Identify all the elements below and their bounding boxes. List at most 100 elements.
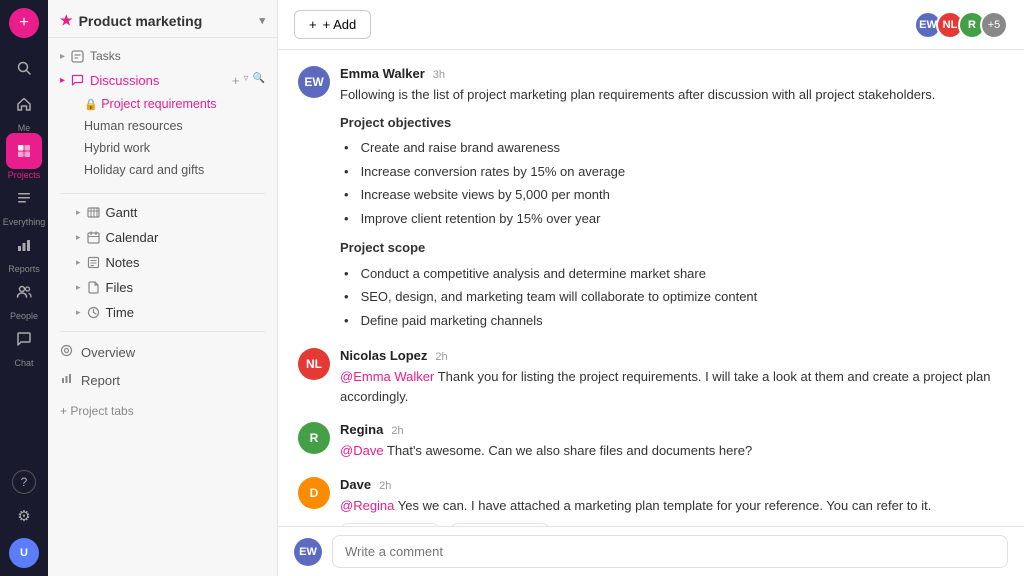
settings-icon[interactable]: ⚙ [6, 498, 42, 534]
sidebar-item-overview[interactable]: Overview [48, 338, 277, 366]
files-chevron-icon: ▸ [76, 282, 81, 293]
sidebar-item-time[interactable]: ▸ Time [48, 300, 277, 325]
reports-label: Reports [8, 264, 40, 274]
message-dave: D Dave 2h @Regina Yes we can. I have att… [298, 477, 1004, 527]
section2-title: Project scope [340, 238, 1004, 258]
tasks-label: Tasks [90, 49, 121, 63]
sidebar-item-calendar[interactable]: ▸ Calendar [48, 225, 277, 250]
chat-label: Chat [14, 358, 33, 368]
regina-time: 2h [391, 425, 403, 437]
project-objectives-list: Create and raise brand awareness Increas… [340, 136, 1004, 230]
sidebar-item-project-requirements[interactable]: 🔒 Project requirements [48, 93, 277, 115]
sidebar: ★ Product marketing ▾ ▸ Tasks ▸ Discussi… [48, 0, 278, 576]
help-icon[interactable]: ? [12, 470, 36, 494]
regina-message-content: Regina 2h @Dave That's awesome. Can we a… [340, 422, 1004, 461]
add-project-tabs[interactable]: + Project tabs [48, 398, 277, 424]
icon-bar: + Me Projects Everything Repo [0, 0, 48, 576]
nicolas-author: Nicolas Lopez [340, 348, 427, 363]
project-name: Product marketing [79, 13, 203, 29]
emma-message-header: Emma Walker 3h [340, 66, 1004, 81]
nicolas-mention: @Emma Walker [340, 369, 434, 384]
tasks-header[interactable]: ▸ Tasks [48, 44, 277, 68]
sidebar-item-human-resources[interactable]: Human resources [48, 115, 277, 137]
discussions-actions: + ▿ 🔍 [232, 73, 265, 88]
current-user-avatar: EW [294, 538, 322, 566]
tasks-section: ▸ Tasks ▸ Discussions + ▿ 🔍 🔒 Project re… [48, 38, 277, 187]
message-emma: EW Emma Walker 3h Following is the list … [298, 66, 1004, 332]
gantt-label: Gantt [106, 205, 138, 220]
report-icon [60, 372, 73, 388]
add-button[interactable]: + + Add [294, 10, 371, 39]
list-item: Conduct a competitive analysis and deter… [344, 262, 1004, 286]
notes-chevron-icon: ▸ [76, 257, 81, 268]
sidebar-item-notes[interactable]: ▸ Notes [48, 250, 277, 275]
list-item: Create and raise brand awareness [344, 136, 1004, 160]
chevron-right-icon: ▸ [60, 75, 65, 86]
avatar-count: +5 [980, 11, 1008, 39]
sidebar-item-report[interactable]: Report [48, 366, 277, 394]
discussions-label: Discussions [90, 73, 159, 88]
divider [60, 193, 265, 194]
dave-avatar: D [298, 477, 330, 509]
filter-icon[interactable]: ▿ [244, 73, 249, 88]
calendar-label: Calendar [106, 230, 159, 245]
dave-message-text: @Regina Yes we can. I have attached a ma… [340, 496, 1004, 516]
discussions-item[interactable]: ▸ Discussions + ▿ 🔍 [48, 68, 277, 93]
regina-message-header: Regina 2h [340, 422, 1004, 437]
sidebar-project-header[interactable]: ★ Product marketing ▾ [48, 0, 277, 38]
home-icon[interactable] [6, 86, 42, 122]
search-discussion-icon[interactable]: 🔍 [253, 73, 265, 88]
create-button[interactable]: + [9, 8, 39, 38]
list-item: SEO, design, and marketing team will col… [344, 285, 1004, 309]
emma-message-text: Following is the list of project marketi… [340, 85, 1004, 332]
header-avatars: EW NL R +5 [920, 11, 1008, 39]
time-label: Time [106, 305, 134, 320]
comment-input[interactable] [345, 544, 995, 559]
nicolas-avatar: NL [298, 348, 330, 380]
gantt-chevron-icon: ▸ [76, 207, 81, 218]
sidebar-item-hybrid-work[interactable]: Hybrid work [48, 137, 277, 159]
projects-label: Projects [8, 170, 41, 180]
search-icon[interactable] [6, 50, 42, 86]
sidebar-item-files[interactable]: ▸ Files [48, 275, 277, 300]
comment-input-wrap[interactable] [332, 535, 1008, 568]
chat-icon[interactable] [6, 321, 42, 357]
dave-time: 2h [379, 480, 391, 492]
calendar-chevron-icon: ▸ [76, 232, 81, 243]
emma-time: 3h [433, 69, 445, 81]
dave-mention: @Regina [340, 498, 394, 513]
list-item: Increase conversion rates by 15% on aver… [344, 160, 1004, 184]
chat-area: EW Emma Walker 3h Following is the list … [278, 50, 1024, 526]
everything-icon[interactable] [6, 180, 42, 216]
files-label: Files [106, 280, 133, 295]
sidebar-item-holiday-card[interactable]: Holiday card and gifts [48, 159, 277, 181]
time-chevron-icon: ▸ [76, 307, 81, 318]
add-icon: + [309, 17, 317, 32]
add-discussion-icon[interactable]: + [232, 73, 240, 88]
message-nicolas: NL Nicolas Lopez 2h @Emma Walker Thank y… [298, 348, 1004, 406]
overview-label: Overview [81, 345, 135, 360]
emma-author: Emma Walker [340, 66, 425, 81]
nicolas-message-content: Nicolas Lopez 2h @Emma Walker Thank you … [340, 348, 1004, 406]
add-tabs-label: + Project tabs [60, 404, 134, 418]
projects-icon[interactable] [6, 133, 42, 169]
section1-title: Project objectives [340, 113, 1004, 133]
user-avatar[interactable]: U [9, 538, 39, 568]
star-icon: ★ [60, 12, 73, 29]
home-label: Me [18, 123, 31, 133]
dave-message-header: Dave 2h [340, 477, 1004, 492]
regina-message-text: @Dave That's awesome. Can we also share … [340, 441, 1004, 461]
notes-label: Notes [106, 255, 140, 270]
sidebar-item-gantt[interactable]: ▸ Gantt [48, 200, 277, 225]
divider2 [60, 331, 265, 332]
emma-avatar: EW [298, 66, 330, 98]
main-header: + + Add EW NL R +5 [278, 0, 1024, 50]
people-icon[interactable] [6, 274, 42, 310]
dave-author: Dave [340, 477, 371, 492]
comment-bar: EW [278, 526, 1024, 576]
people-label: People [10, 311, 38, 321]
reports-icon[interactable] [6, 227, 42, 263]
list-item: Increase website views by 5,000 per mont… [344, 183, 1004, 207]
report-label: Report [81, 373, 120, 388]
dave-message-content: Dave 2h @Regina Yes we can. I have attac… [340, 477, 1004, 527]
